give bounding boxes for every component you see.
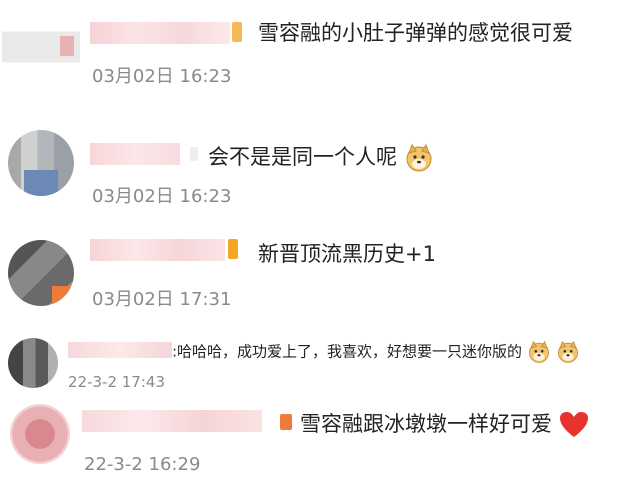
comment-text: 新晋顶流黑历史+1 <box>258 242 436 266</box>
avatar[interactable] <box>2 8 80 86</box>
doge-face-icon <box>406 143 432 172</box>
comment-5: 雪容融跟冰墩墩一样好可爱 22-3-2 16:29 <box>0 396 641 481</box>
comment-text-content: :哈哈哈，成功爱上了，我喜欢，好想要一只迷你版的 <box>172 342 523 361</box>
doge-face-icon <box>528 340 549 363</box>
badge-placeholder <box>190 147 198 161</box>
comment-timestamp: 22-3-2 16:29 <box>84 454 201 475</box>
comment-text-content: 会不是是同一个人呢 <box>208 145 397 169</box>
username-blurred[interactable] <box>90 239 225 261</box>
username-blurred[interactable] <box>68 342 172 358</box>
comment-text: 雪容融跟冰墩墩一样好可爱 <box>300 408 589 439</box>
vip-badge-icon <box>280 414 292 430</box>
comment-4: :哈哈哈，成功爱上了，我喜欢，好想要一只迷你版的 22-3-2 17:43 <box>0 330 641 395</box>
comment-text: 会不是是同一个人呢 <box>208 141 434 173</box>
comment-timestamp: 22-3-2 17:43 <box>68 373 165 391</box>
comment-1: 雪容融的小肚子弹弹的感觉很可爱 03月02日 16:23 <box>0 0 641 100</box>
comment-timestamp: 03月02日 16:23 <box>92 186 232 207</box>
vip-badge-icon <box>228 239 238 259</box>
comment-timestamp: 03月02日 17:31 <box>92 289 232 310</box>
red-heart-icon <box>559 412 588 437</box>
vip-badge-icon <box>232 22 242 42</box>
comment-timestamp: 03月02日 16:23 <box>92 66 232 87</box>
comment-3: 新晋顶流黑历史+1 03月02日 17:31 <box>0 225 641 315</box>
comment-text: :哈哈哈，成功爱上了，我喜欢，好想要一只迷你版的 <box>172 340 580 364</box>
username-blurred[interactable] <box>90 22 230 44</box>
avatar[interactable] <box>8 338 58 388</box>
username-blurred[interactable] <box>90 143 180 165</box>
comment-text-content: 雪容融跟冰墩墩一样好可爱 <box>300 412 552 436</box>
avatar[interactable] <box>10 404 70 464</box>
comment-text: 雪容融的小肚子弹弹的感觉很可爱 <box>258 21 573 45</box>
doge-face-icon <box>557 340 578 363</box>
comment-2: 会不是是同一个人呢 03月02日 16:23 <box>0 115 641 215</box>
avatar[interactable] <box>8 130 74 196</box>
username-blurred[interactable] <box>82 410 262 432</box>
avatar[interactable] <box>8 240 74 306</box>
